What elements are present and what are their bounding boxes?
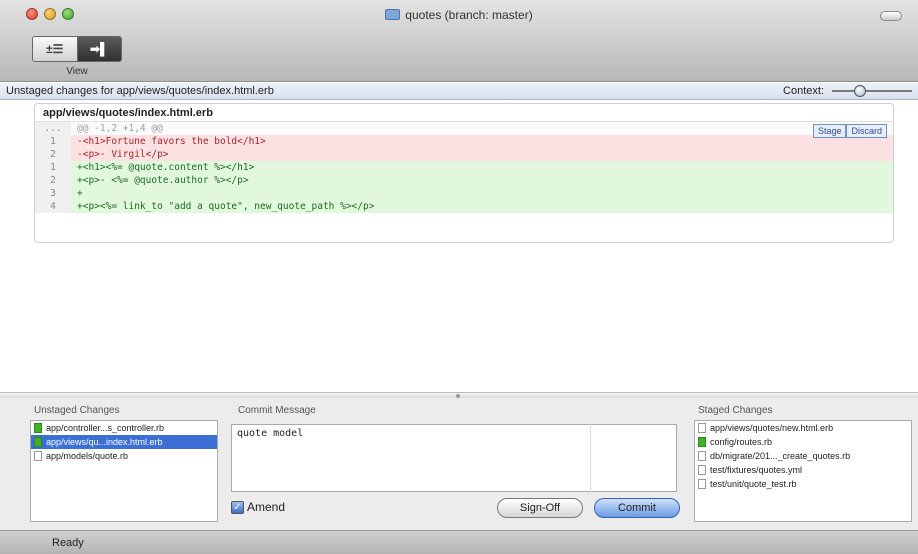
file-icon — [698, 465, 706, 475]
list-item[interactable]: app/models/quote.rb — [31, 449, 217, 463]
context-label: Context: — [783, 85, 824, 97]
diff-line: 1 +<h1><%= @quote.content %></h1> — [35, 161, 893, 174]
diff-line-code: +<h1><%= @quote.content %></h1> — [71, 161, 893, 174]
context-slider-knob[interactable] — [854, 85, 866, 97]
file-icon — [698, 423, 706, 433]
discard-hunk-button[interactable]: Discard — [846, 124, 887, 138]
status-bar: Ready — [0, 530, 918, 554]
sign-off-button[interactable]: Sign-Off — [497, 498, 583, 518]
modified-file-icon — [698, 437, 706, 447]
diff-line-code: +<p><%= link_to "add a quote", new_quote… — [71, 200, 893, 213]
commit-view-icon[interactable]: ➡▌ — [77, 37, 121, 61]
diff-file-name: app/views/quotes/index.html.erb — [35, 104, 893, 122]
list-item[interactable]: test/unit/quote_test.rb — [695, 477, 911, 491]
list-item[interactable]: db/migrate/201..._create_quotes.rb — [695, 449, 911, 463]
stage-hunk-button[interactable]: Stage — [812, 124, 847, 138]
diff-line-code: @@ -1,2 +1,4 @@ — [71, 122, 893, 135]
diff-view-icon[interactable]: ±☰ — [33, 37, 78, 61]
list-item-label: app/controller...s_controller.rb — [46, 423, 165, 433]
diff-line: 4 +<p><%= link_to "add a quote", new_quot… — [35, 200, 893, 213]
amend-checkbox[interactable]: ✓ Amend — [231, 500, 285, 514]
view-segmented-control: ±☰ ➡▌ — [32, 36, 122, 62]
commit-message-header: Commit Message — [238, 405, 316, 416]
list-item-label: test/unit/quote_test.rb — [710, 479, 797, 489]
diff-line-code: + — [71, 187, 893, 200]
commit-message-divider — [590, 424, 591, 492]
list-item-label: app/models/quote.rb — [46, 451, 129, 461]
changes-path: Unstaged changes for app/views/quotes/in… — [6, 85, 274, 97]
file-icon — [698, 479, 706, 489]
diff-line-code: +<p>- <%= @quote.author %></p> — [71, 174, 893, 187]
diff-line: 1 -<h1>Fortune favors the bold</h1> — [35, 135, 893, 148]
list-item[interactable]: app/controller...s_controller.rb — [31, 421, 217, 435]
list-item-label: app/views/quotes/new.html.erb — [710, 423, 834, 433]
diff-line-code: -<h1>Fortune favors the bold</h1> — [71, 135, 893, 148]
window-titlebar: quotes (branch: master) ±☰ ➡▌ View — [0, 0, 918, 82]
amend-label: Amend — [247, 500, 286, 514]
diff-line-number: ... ... — [35, 122, 71, 147]
diff-line-number: 2 — [35, 148, 71, 161]
window-title: quotes (branch: master) — [0, 8, 918, 22]
status-text: Ready — [52, 536, 84, 549]
list-item-label: db/migrate/201..._create_quotes.rb — [710, 451, 851, 461]
amend-check-icon[interactable]: ✓ — [231, 500, 244, 514]
context-slider-track — [832, 90, 912, 92]
file-icon — [698, 451, 706, 461]
modified-file-icon — [34, 423, 42, 433]
window-title-text: quotes (branch: master) — [405, 8, 533, 22]
list-item-label: config/routes.rb — [710, 437, 773, 447]
staged-list[interactable]: app/views/quotes/new.html.erb config/rout… — [694, 420, 912, 522]
diff-line-number: 1 — [35, 135, 71, 148]
diff-line: 2 +<p>- <%= @quote.author %></p> — [35, 174, 893, 187]
list-item-label: test/fixtures/quotes.yml — [710, 465, 803, 475]
hunk-actions: Stage Discard — [812, 124, 887, 138]
view-label: View — [66, 66, 88, 77]
diff-panel: app/views/quotes/index.html.erb Stage Di… — [34, 103, 894, 243]
diff-line-number: 4 — [35, 200, 71, 213]
diff-line: 2 -<p>- Virgil</p> — [35, 148, 893, 161]
diff-line: 3 + — [35, 187, 893, 200]
changes-header: Unstaged changes for app/views/quotes/in… — [0, 83, 918, 100]
diff-line-number: 3 — [35, 187, 71, 200]
commit-button[interactable]: Commit — [594, 498, 680, 518]
diff-line-number: 1 — [35, 161, 71, 174]
list-item-label: app/views/qu...index.html.erb — [46, 437, 163, 447]
unstaged-header: Unstaged Changes — [34, 405, 120, 416]
diff-line: ... ...@@ -1,2 +1,4 @@ — [35, 122, 893, 147]
list-item[interactable]: app/views/qu...index.html.erb — [31, 435, 217, 449]
file-icon — [34, 451, 42, 461]
context-slider[interactable] — [832, 85, 912, 97]
diff-line-number: 2 — [35, 174, 71, 187]
toolbar-toggle-button[interactable] — [880, 11, 902, 21]
unstaged-list[interactable]: app/controller...s_controller.rb app/view… — [30, 420, 218, 522]
list-item[interactable]: test/fixtures/quotes.yml — [695, 463, 911, 477]
diff-line-code: -<p>- Virgil</p> — [71, 148, 893, 161]
staged-header: Staged Changes — [698, 405, 773, 416]
list-item[interactable]: config/routes.rb — [695, 435, 911, 449]
modified-file-icon — [34, 437, 42, 447]
list-item[interactable]: app/views/quotes/new.html.erb — [695, 421, 911, 435]
commit-message-input[interactable]: quote model — [231, 424, 677, 492]
folder-icon — [385, 9, 401, 20]
diff-lines: ... ...@@ -1,2 +1,4 @@1-<h1>Fortune favo… — [35, 122, 893, 213]
